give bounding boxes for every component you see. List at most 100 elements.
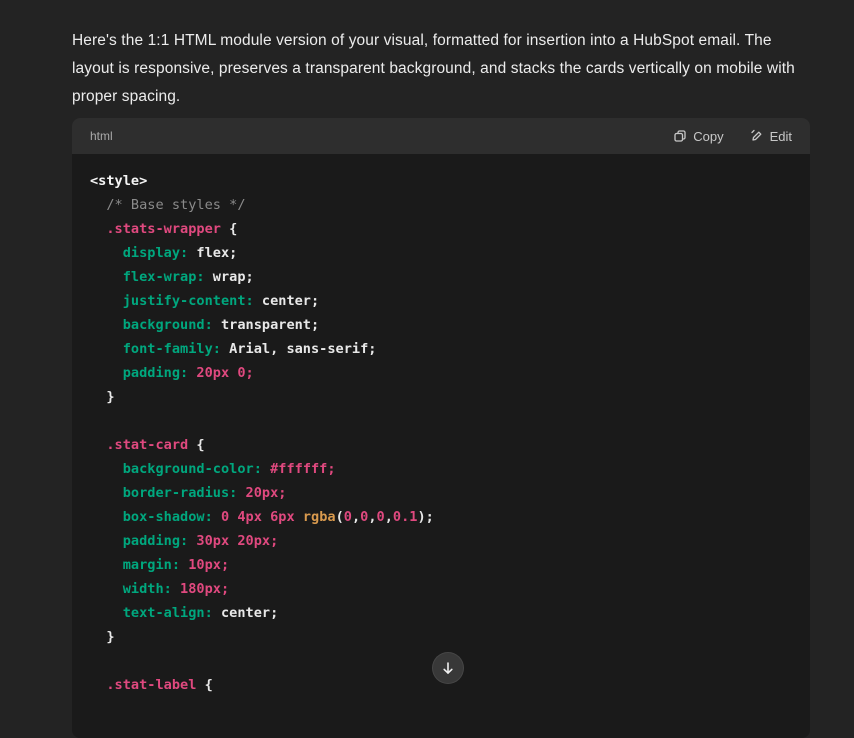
code-content: <style> /* Base styles */ .stats-wrapper… <box>72 154 810 717</box>
code-token-selector: .stat-card <box>106 437 188 453</box>
code-token-plain: { <box>196 677 212 693</box>
code-token-plain <box>90 317 123 333</box>
code-line: } <box>90 625 792 649</box>
code-token-plain <box>90 221 106 237</box>
code-token-plain: } <box>90 389 115 405</box>
code-token-plain <box>90 533 123 549</box>
code-token-prop: box-shadow: <box>123 509 213 525</box>
code-token-prop: margin: <box>123 557 180 573</box>
code-token-num: 30px 20px; <box>196 533 278 549</box>
code-token-num: 0 <box>344 509 352 525</box>
pencil-icon <box>750 129 764 143</box>
code-token-prop: display: <box>123 245 188 261</box>
code-token-plain <box>90 461 123 477</box>
code-token-tag: <style> <box>90 173 147 189</box>
code-token-plain <box>90 677 106 693</box>
code-token-num: 10px; <box>188 557 229 573</box>
code-block-actions: Copy Edit <box>673 129 792 144</box>
code-line: display: flex; <box>90 241 792 265</box>
code-token-selector: .stat-label <box>106 677 196 693</box>
code-token-comment: /* Base styles */ <box>106 197 245 213</box>
code-token-plain <box>90 293 123 309</box>
code-token-plain: } <box>90 629 115 645</box>
code-token-plain <box>237 485 245 501</box>
code-token-plain: center; <box>254 293 319 309</box>
code-token-plain: wrap; <box>205 269 254 285</box>
code-token-plain <box>90 269 123 285</box>
code-line: width: 180px; <box>90 577 792 601</box>
code-line: /* Base styles */ <box>90 193 792 217</box>
code-line: justify-content: center; <box>90 289 792 313</box>
code-token-prop: border-radius: <box>123 485 238 501</box>
code-block-header: html Copy Edit <box>72 118 810 154</box>
code-line: padding: 30px 20px; <box>90 529 792 553</box>
code-line: text-align: center; <box>90 601 792 625</box>
code-line: padding: 20px 0; <box>90 361 792 385</box>
code-token-plain: , <box>368 509 376 525</box>
code-token-plain: transparent; <box>213 317 319 333</box>
copy-icon <box>673 129 687 143</box>
code-token-plain <box>213 509 221 525</box>
scroll-to-bottom-button[interactable] <box>432 652 464 684</box>
code-token-prop: flex-wrap: <box>123 269 205 285</box>
code-line: .stats-wrapper { <box>90 217 792 241</box>
code-token-plain: flex; <box>188 245 237 261</box>
code-token-prop: padding: <box>123 533 188 549</box>
code-token-prop: padding: <box>123 365 188 381</box>
code-token-plain: center; <box>213 605 278 621</box>
code-block: html Copy Edit <box>72 118 810 738</box>
code-token-plain <box>262 461 270 477</box>
code-token-plain <box>180 557 188 573</box>
edit-button-label: Edit <box>770 129 792 144</box>
arrow-down-icon <box>441 661 455 675</box>
code-token-prop: width: <box>123 581 172 597</box>
code-token-plain: , <box>385 509 393 525</box>
code-token-func: rgba <box>303 509 336 525</box>
edit-button[interactable]: Edit <box>750 129 792 144</box>
code-token-plain <box>90 605 123 621</box>
code-line: background-color: #ffffff; <box>90 457 792 481</box>
code-token-num: 0.1 <box>393 509 418 525</box>
code-token-num: 180px; <box>180 581 229 597</box>
code-token-prop: font-family: <box>123 341 221 357</box>
code-token-plain: , <box>352 509 360 525</box>
code-line <box>90 409 792 433</box>
code-token-plain <box>90 365 123 381</box>
code-token-plain: Arial, sans-serif; <box>221 341 377 357</box>
code-line: } <box>90 385 792 409</box>
code-line: margin: 10px; <box>90 553 792 577</box>
code-token-num: 0 4px 6px <box>221 509 295 525</box>
code-line: .stat-card { <box>90 433 792 457</box>
code-token-prop: text-align: <box>123 605 213 621</box>
code-token-num: 20px; <box>246 485 287 501</box>
code-token-prop: background-color: <box>123 461 262 477</box>
code-line: flex-wrap: wrap; <box>90 265 792 289</box>
code-token-plain: { <box>188 437 204 453</box>
code-token-num: 0 <box>377 509 385 525</box>
assistant-message-text: Here's the 1:1 HTML module version of yo… <box>72 27 802 111</box>
code-token-plain <box>90 581 123 597</box>
code-language-label: html <box>90 129 113 143</box>
code-token-plain: ); <box>417 509 433 525</box>
code-token-plain <box>90 197 106 213</box>
code-token-plain: ( <box>336 509 344 525</box>
code-line: background: transparent; <box>90 313 792 337</box>
code-token-prop: justify-content: <box>123 293 254 309</box>
copy-button[interactable]: Copy <box>673 129 723 144</box>
code-token-selector: .stats-wrapper <box>106 221 221 237</box>
code-line: font-family: Arial, sans-serif; <box>90 337 792 361</box>
code-token-plain <box>90 485 123 501</box>
code-token-plain <box>90 341 123 357</box>
code-token-plain <box>90 437 106 453</box>
code-token-num: 20px 0; <box>196 365 253 381</box>
code-token-plain <box>90 557 123 573</box>
chat-page: { "message": { "text": "Here's the 1:1 H… <box>0 0 854 696</box>
code-line: box-shadow: 0 4px 6px rgba(0,0,0,0.1); <box>90 505 792 529</box>
code-token-plain <box>90 509 123 525</box>
code-token-plain <box>172 581 180 597</box>
code-line: border-radius: 20px; <box>90 481 792 505</box>
code-token-plain <box>295 509 303 525</box>
code-token-plain: { <box>221 221 237 237</box>
copy-button-label: Copy <box>693 129 723 144</box>
code-token-num: #ffffff; <box>270 461 335 477</box>
